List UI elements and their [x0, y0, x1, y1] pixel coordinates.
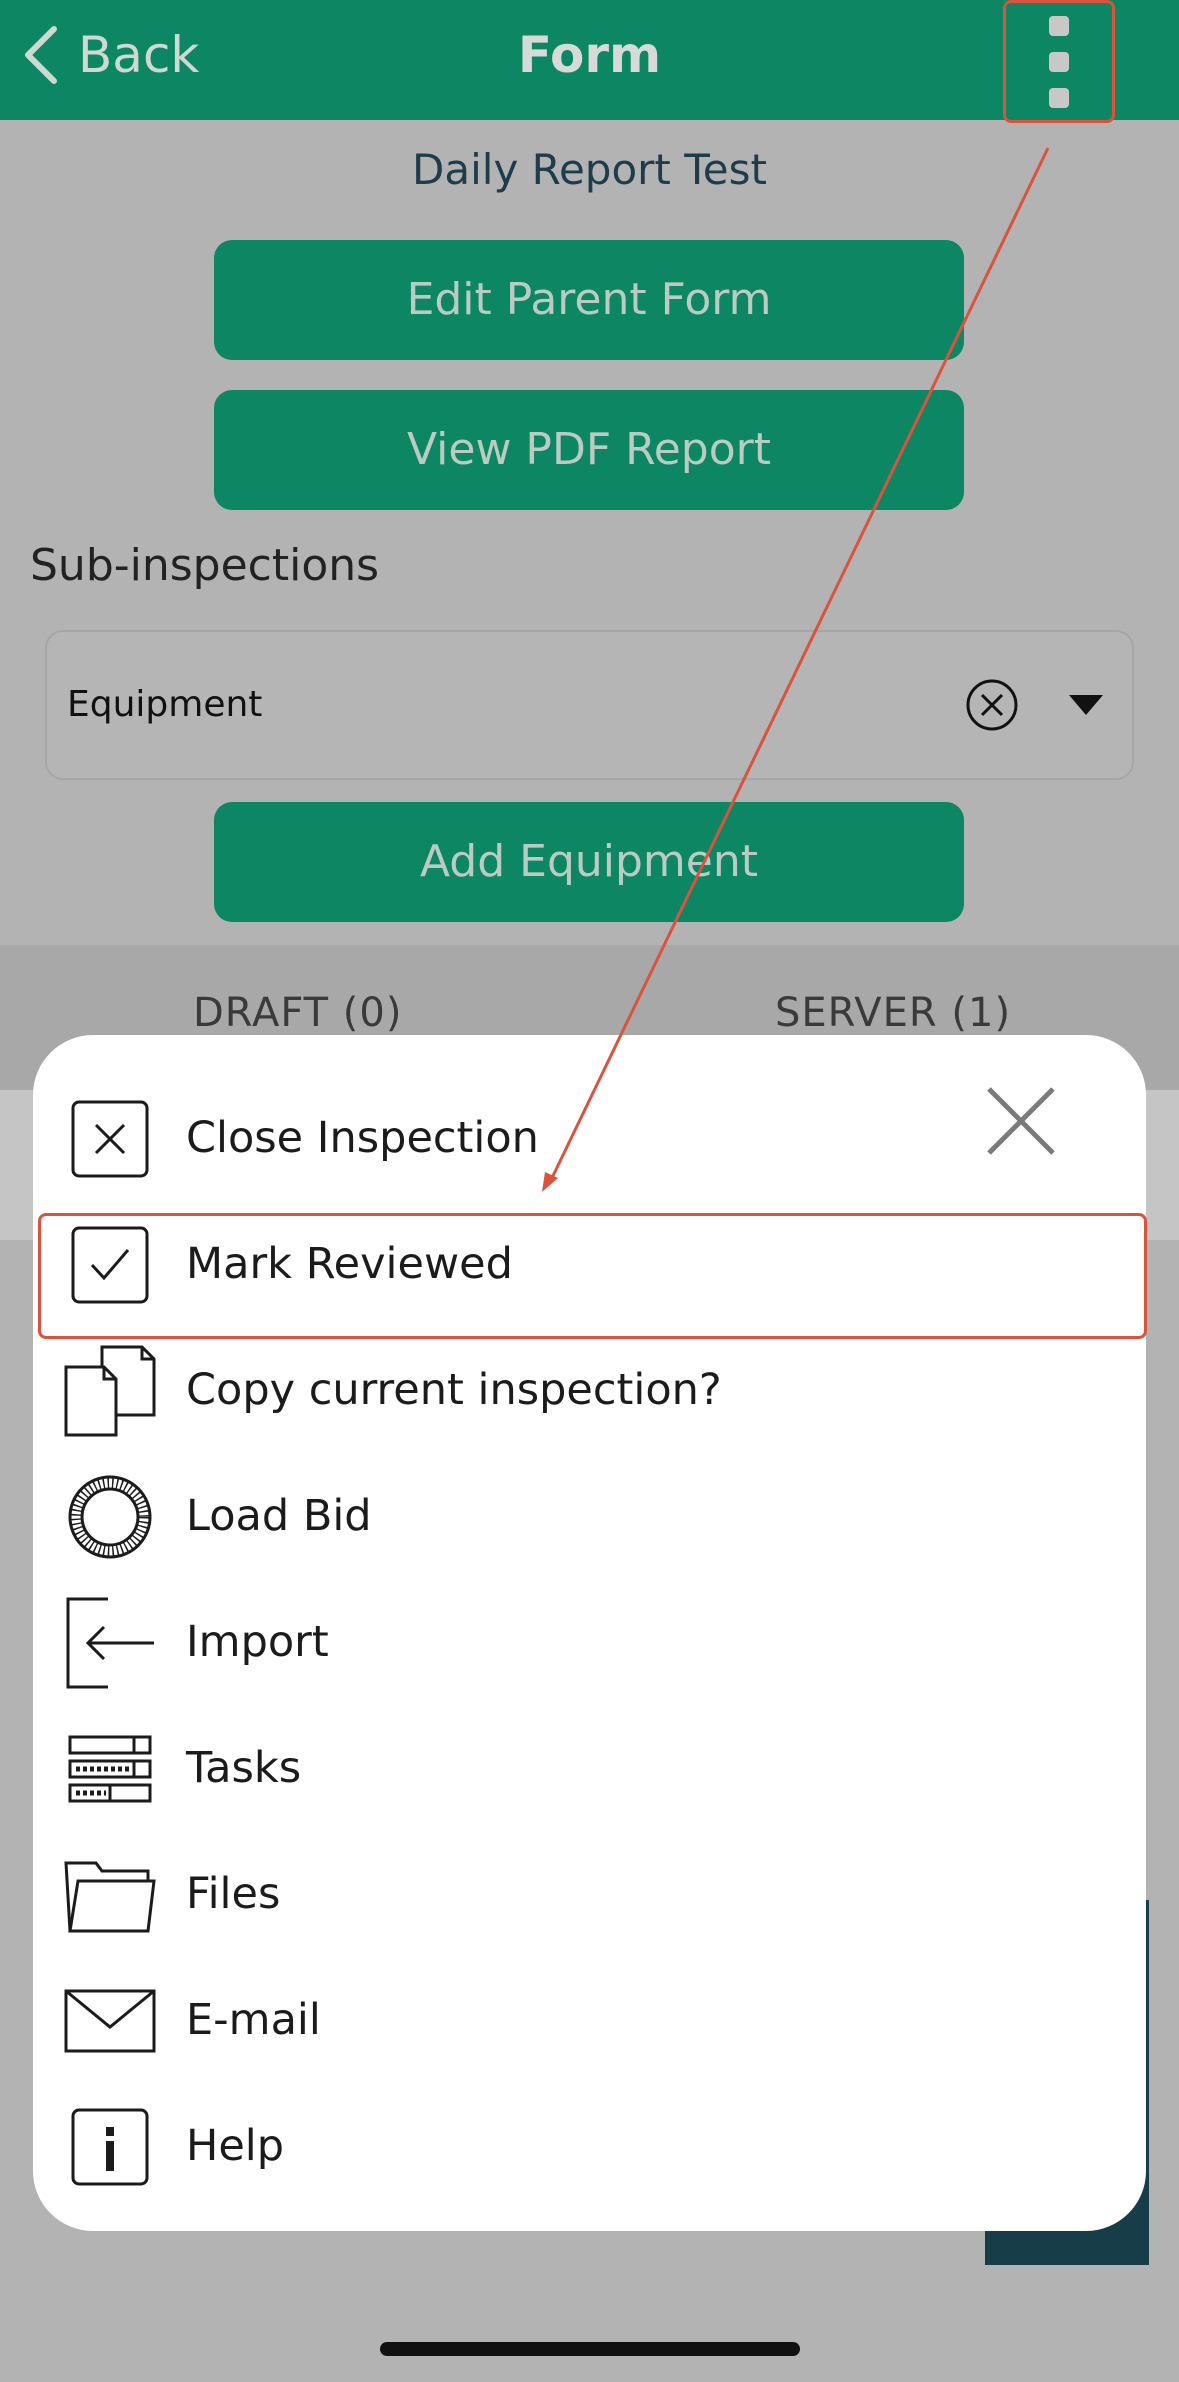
annotation-highlight-box	[38, 1213, 1147, 1339]
import-icon	[66, 1597, 154, 1689]
sub-inspections-label: Sub-inspections	[30, 540, 380, 591]
menu-item-label: Files	[186, 1869, 281, 1919]
add-equipment-button[interactable]: Add Equipment	[214, 802, 964, 922]
menu-item-email[interactable]: E-mail	[0, 1957, 1179, 2083]
menu-item-label: Copy current inspection?	[186, 1365, 722, 1415]
kebab-dot	[1049, 15, 1069, 36]
caret-down-icon[interactable]	[1069, 695, 1103, 715]
close-square-icon	[71, 1100, 149, 1178]
info-icon	[71, 2108, 149, 2186]
menu-item-import[interactable]: Import	[0, 1579, 1179, 1705]
clear-circle-icon[interactable]	[965, 678, 1019, 732]
edit-parent-form-button[interactable]: Edit Parent Form	[214, 240, 964, 360]
menu-item-label: Close Inspection	[186, 1113, 539, 1163]
menu-item-label: Load Bid	[186, 1491, 372, 1541]
menu-item-tasks[interactable]: Tasks	[0, 1705, 1179, 1831]
tab-server[interactable]: SERVER (1)	[775, 990, 1011, 1036]
more-options-button[interactable]	[1003, 0, 1115, 123]
bid-ring-icon	[68, 1475, 152, 1559]
home-indicator	[380, 2342, 800, 2356]
menu-item-label: Tasks	[186, 1743, 302, 1793]
select-value: Equipment	[67, 684, 263, 725]
view-pdf-report-button[interactable]: View PDF Report	[214, 390, 964, 510]
menu-item-help[interactable]: Help	[0, 2083, 1179, 2209]
app-header: Back Form	[0, 0, 1179, 123]
menu-item-label: Import	[186, 1617, 329, 1667]
kebab-dot	[1049, 51, 1069, 72]
report-title: Daily Report Test	[412, 145, 767, 194]
menu-item-label: E-mail	[186, 1995, 321, 2045]
menu-item-load-bid[interactable]: Load Bid	[0, 1453, 1179, 1579]
menu-item-label: Help	[186, 2121, 285, 2171]
tasks-icon	[68, 1735, 152, 1803]
menu-item-close-inspection[interactable]: Close Inspection	[0, 1075, 1179, 1201]
folder-icon	[64, 1861, 156, 1933]
mail-icon	[64, 1989, 156, 2053]
tab-draft[interactable]: DRAFT (0)	[193, 990, 402, 1036]
kebab-dot	[1049, 87, 1069, 108]
sub-inspection-select[interactable]: Equipment	[45, 630, 1134, 780]
menu-item-files[interactable]: Files	[0, 1831, 1179, 1957]
copy-icon	[64, 1345, 156, 1437]
menu-item-copy-inspection[interactable]: Copy current inspection?	[0, 1327, 1179, 1453]
